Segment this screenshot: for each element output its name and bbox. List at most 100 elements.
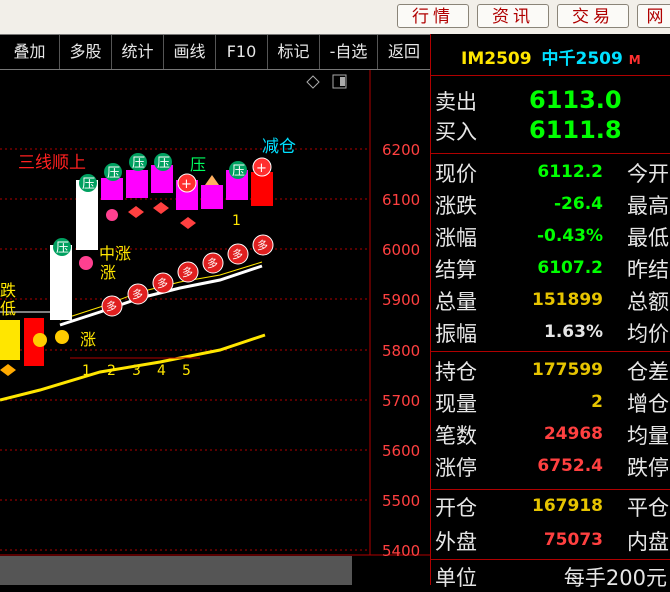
price-tick: 6000	[382, 241, 420, 259]
quote-row-label-2: 仓差	[627, 360, 669, 384]
sell-row: 卖出 6113.0	[431, 86, 670, 116]
menu-watchlist[interactable]: -自选	[320, 35, 378, 69]
menu-mark[interactable]: 标记	[268, 35, 320, 69]
quote-row-label: 现价	[435, 162, 477, 186]
svg-text:多: 多	[207, 256, 218, 270]
quote-row-label-2: 最低	[627, 226, 669, 250]
menu-overlay[interactable]: 叠加	[0, 35, 60, 69]
svg-text:压: 压	[107, 166, 120, 181]
price-tick: 5500	[382, 492, 420, 510]
quote-row-label: 涨幅	[435, 226, 477, 250]
menu-draw-line[interactable]: 画线	[164, 35, 216, 69]
svg-text:+: +	[256, 161, 267, 176]
svg-text:压: 压	[82, 177, 95, 192]
buy-value: 6111.8	[529, 116, 622, 144]
svg-text:压: 压	[157, 156, 170, 171]
candle	[50, 245, 72, 320]
svg-text:多: 多	[106, 299, 117, 313]
quote-row-value: 151899	[532, 290, 603, 310]
count-label: 5	[182, 363, 191, 379]
count-label: 1	[232, 213, 241, 229]
quote-row-label: 结算	[435, 258, 477, 282]
menu-f10[interactable]: F10	[216, 35, 268, 69]
count-label: 2	[107, 363, 116, 379]
quote-row-label: 开仓	[435, 496, 477, 520]
quote-row-label-2: 最高	[627, 194, 669, 218]
candle	[0, 320, 20, 360]
candlestick-chart[interactable]: 6200 6100 6000 5900 5800 5700 5600 5500 …	[0, 70, 430, 585]
reduce-position-label: 减仓	[262, 137, 296, 157]
quote-row: 现价 6112.2 今开	[431, 158, 670, 188]
horizontal-scrollbar[interactable]	[0, 556, 352, 585]
instrument-header: IM2509 中千2509 M	[461, 44, 641, 69]
count-labels: 1 2 3 4 5 1	[82, 213, 241, 379]
quote-row-label: 外盘	[435, 530, 477, 554]
candle	[201, 185, 223, 209]
quote-row-value: 75073	[543, 530, 603, 550]
buy-row: 买入 6111.8	[431, 116, 670, 146]
quote-row-value: 167918	[532, 496, 603, 516]
price-tick: 5400	[382, 542, 420, 560]
quote-row-value: 6112.2	[537, 162, 603, 182]
svg-text:压: 压	[190, 155, 206, 174]
svg-text:+: +	[181, 177, 192, 192]
quote-row-value: 177599	[532, 360, 603, 380]
quote-row: 结算 6107.2 昨结	[431, 254, 670, 284]
tab-web[interactable]: 网	[637, 4, 670, 28]
tab-trade[interactable]: 交易	[557, 4, 629, 28]
quote-row: 涨幅 -0.43% 最低	[431, 222, 670, 252]
quote-row-value: 1.63%	[544, 322, 603, 342]
menu-back[interactable]: 返回	[378, 35, 430, 69]
quote-row-label-2: 今开	[627, 162, 669, 186]
top-tab-bar: 行情 资讯 交易 网	[0, 0, 670, 34]
quote-row: 外盘 75073 内盘	[431, 526, 670, 556]
svg-text:压: 压	[232, 164, 245, 179]
quote-row-label: 持仓	[435, 360, 477, 384]
candle	[251, 172, 273, 206]
quote-row-label-2: 总额	[627, 290, 669, 314]
price-ticks: 6200 6100 6000 5900 5800 5700 5600 5500 …	[382, 141, 420, 560]
quote-row-value: -26.4	[554, 194, 603, 214]
quote-row: 振幅 1.63% 均价	[431, 318, 670, 348]
three-lines-label: 三线顺上	[18, 153, 86, 173]
quote-row-label-2: 均价	[627, 322, 669, 346]
count-label: 3	[132, 363, 141, 379]
fall-label: 跌	[0, 281, 16, 300]
quote-row-label-2: 均量	[627, 424, 669, 448]
menu-multi-stock[interactable]: 多股	[60, 35, 112, 69]
quote-row-label: 涨停	[435, 456, 477, 480]
svg-text:多: 多	[257, 238, 268, 252]
quote-row-label: 振幅	[435, 322, 477, 346]
sell-value: 6113.0	[529, 86, 622, 114]
rise-label: 涨	[100, 263, 116, 282]
quote-row-label: 笔数	[435, 424, 477, 448]
quote-row-label-2: 增仓	[627, 392, 669, 416]
menu-statistics[interactable]: 统计	[112, 35, 164, 69]
svg-text:多: 多	[232, 247, 243, 261]
quote-row-label: 现量	[435, 392, 477, 416]
tab-news[interactable]: 资讯	[477, 4, 549, 28]
quote-row: 开仓 167918 平仓	[431, 492, 670, 522]
instrument-name: 中千2509	[541, 49, 623, 69]
count-label: 1	[82, 363, 91, 379]
price-tick: 5800	[382, 342, 420, 360]
quote-row-label-2: 跌停	[627, 456, 669, 480]
rise-label-2: 涨	[80, 330, 96, 349]
quote-row-label: 总量	[435, 290, 477, 314]
instrument-flag: M	[628, 53, 641, 67]
quote-row-value: 6107.2	[537, 258, 603, 278]
quote-panel: IM2509 中千2509 M 卖出 6113.0 买入 6111.8 现价 61…	[430, 34, 670, 590]
quote-row-label-2: 昨结	[627, 258, 669, 282]
window-toggle-fill-icon	[340, 77, 345, 86]
candle	[126, 170, 148, 198]
candle	[101, 178, 123, 200]
low-label: 低	[0, 299, 16, 318]
quote-row: 涨停 6752.4 跌停	[431, 452, 670, 482]
quote-row: 持仓 177599 仓差	[431, 356, 670, 386]
tab-market[interactable]: 行情	[397, 4, 469, 28]
price-tick: 6200	[382, 141, 420, 159]
diamond-toggle-icon[interactable]	[306, 75, 320, 89]
quote-row-value: 24968	[543, 424, 603, 444]
quote-row: 现量 2 增仓	[431, 388, 670, 418]
price-tick: 5700	[382, 392, 420, 410]
